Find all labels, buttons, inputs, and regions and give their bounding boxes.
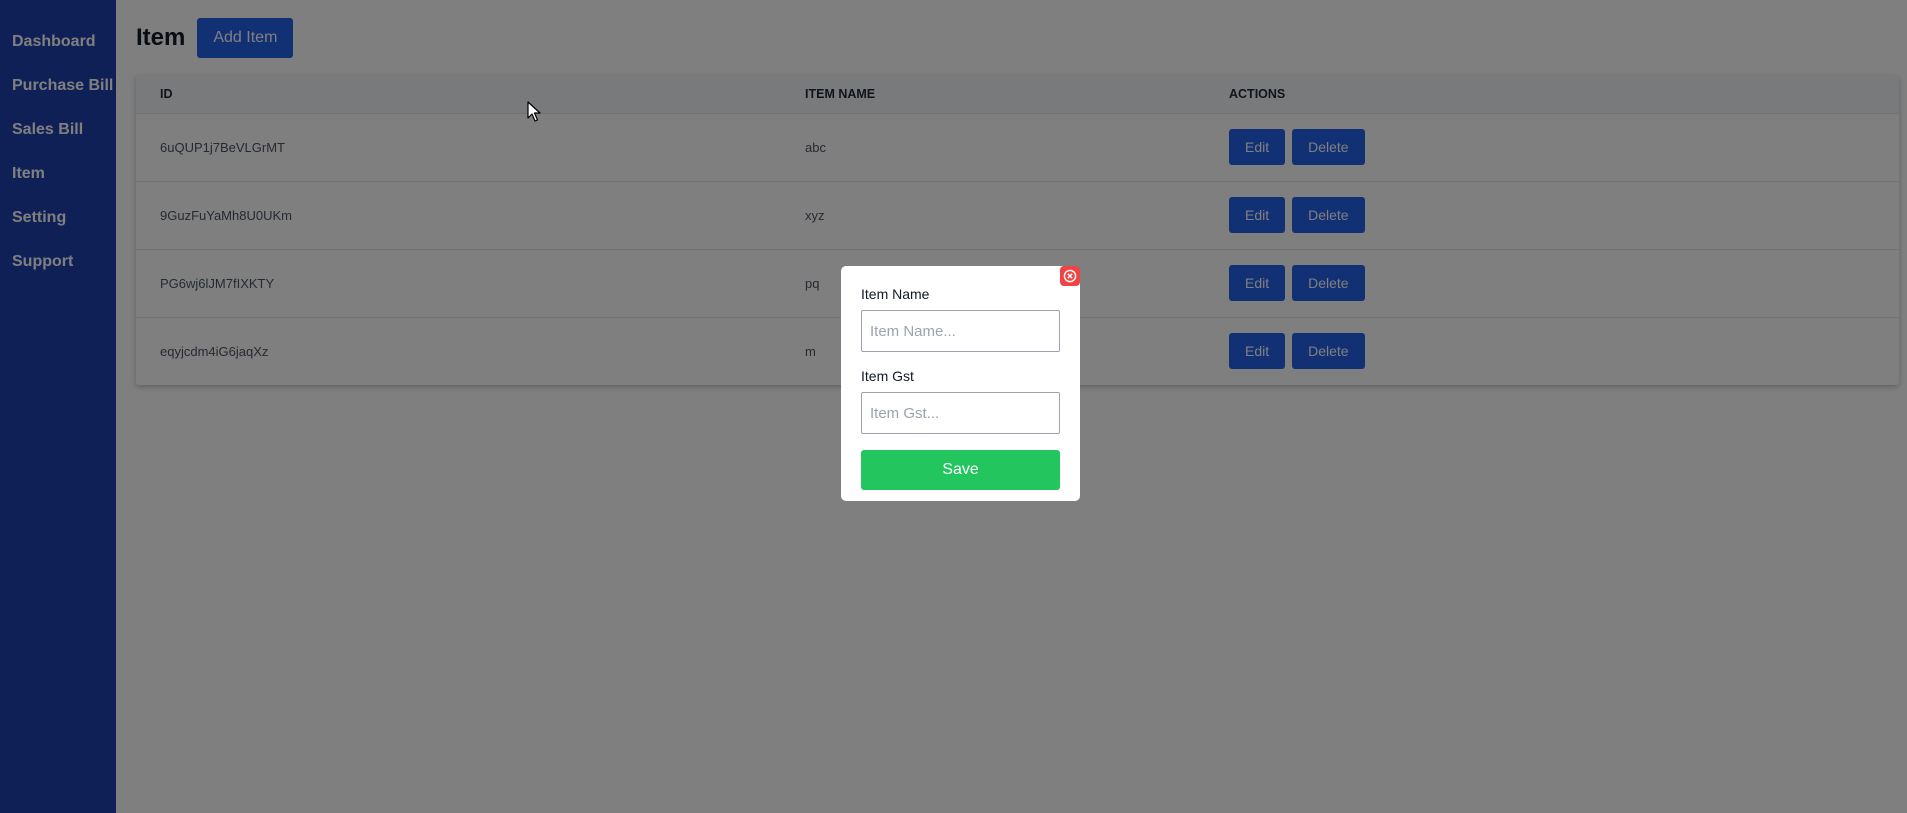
- close-circle-icon: [1063, 269, 1077, 283]
- close-icon[interactable]: [1060, 266, 1080, 286]
- item-name-label: Item Name: [861, 286, 930, 302]
- item-gst-label: Item Gst: [861, 368, 914, 384]
- item-gst-input[interactable]: [861, 392, 1060, 434]
- item-name-input[interactable]: [861, 310, 1060, 352]
- save-button[interactable]: Save: [861, 450, 1060, 490]
- add-item-modal: Item Name Item Gst Save: [841, 266, 1080, 501]
- mouse-cursor-icon: [527, 101, 541, 122]
